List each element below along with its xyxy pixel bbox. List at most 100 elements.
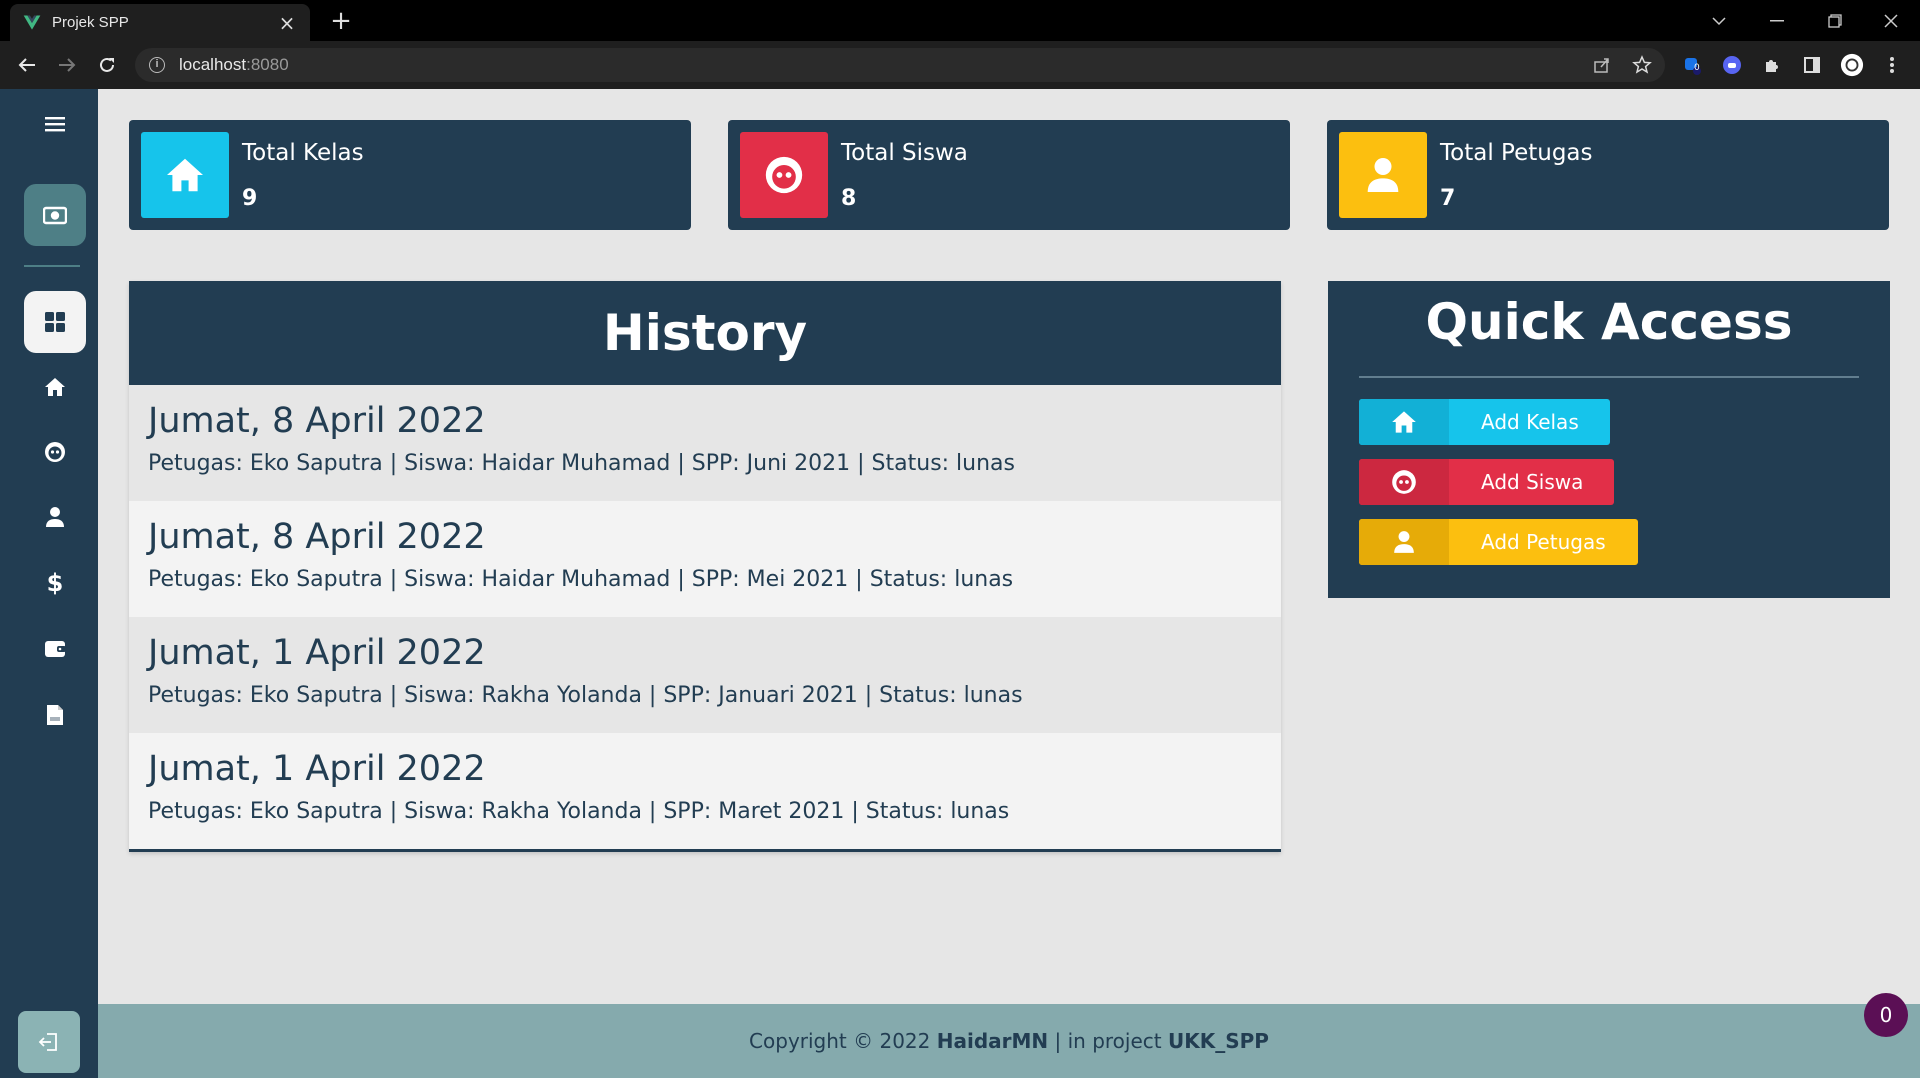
- sidebar-item-petugas[interactable]: [34, 496, 76, 538]
- sidebar-divider: [24, 265, 80, 267]
- sidebar-item-kelas[interactable]: [34, 366, 76, 408]
- footer-project: UKK_SPP: [1167, 1029, 1269, 1053]
- user-icon: [1394, 531, 1414, 553]
- face-icon: [1392, 470, 1416, 494]
- add-petugas-label: Add Petugas: [1481, 530, 1606, 554]
- new-tab-button[interactable]: +: [326, 6, 356, 36]
- quick-icon-box: [1359, 399, 1449, 445]
- stat-value: 7: [1440, 186, 1456, 211]
- history-list: Jumat, 8 April 2022 Petugas: Eko Saputra…: [129, 385, 1281, 849]
- bookmark-star-icon[interactable]: [1630, 53, 1654, 77]
- card-icon-box: [141, 132, 229, 218]
- history-panel: History Jumat, 8 April 2022 Petugas: Eko…: [129, 281, 1281, 852]
- quick-icon-box: [1359, 519, 1449, 565]
- address-bar[interactable]: i localhost:8080: [135, 48, 1665, 82]
- stat-value: 8: [841, 186, 857, 211]
- dashboard-icon: [45, 312, 65, 332]
- stat-card-petugas: Total Petugas 7: [1327, 120, 1889, 230]
- add-siswa-button[interactable]: Add Siswa: [1359, 459, 1614, 505]
- stat-label: Total Siswa: [841, 140, 968, 166]
- site-info-icon[interactable]: i: [149, 57, 165, 73]
- history-header: History: [129, 281, 1281, 385]
- notification-badge[interactable]: 0: [1864, 993, 1908, 1037]
- add-petugas-button[interactable]: Add Petugas: [1359, 519, 1638, 565]
- browser-tab-bar: Projek SPP × +: [0, 0, 1920, 41]
- pdf-icon: [47, 705, 63, 725]
- history-bottom-border: [129, 849, 1281, 852]
- browser-menu-icon[interactable]: [1880, 53, 1904, 77]
- menu-toggle-icon[interactable]: [34, 103, 76, 145]
- footer-copyright: Copyright © 2022: [749, 1029, 937, 1053]
- history-detail: Petugas: Eko Saputra | Siswa: Haidar Muh…: [148, 567, 1014, 592]
- extension-badge: 0: [1694, 63, 1700, 73]
- browser-toolbar: i localhost:8080 0: [0, 41, 1920, 89]
- add-kelas-button[interactable]: Add Kelas: [1359, 399, 1610, 445]
- sidebar-item-camera[interactable]: [24, 184, 86, 246]
- home-icon: [1392, 411, 1416, 433]
- history-date: Jumat, 1 April 2022: [148, 749, 486, 789]
- stat-card-siswa: Total Siswa 8: [728, 120, 1290, 230]
- history-item: Jumat, 1 April 2022 Petugas: Eko Saputra…: [129, 617, 1281, 733]
- camera-icon: [43, 206, 67, 225]
- tab-search-icon[interactable]: [1690, 0, 1748, 41]
- quick-access-title: Quick Access: [1425, 293, 1793, 351]
- history-date: Jumat, 1 April 2022: [148, 633, 486, 673]
- back-button[interactable]: [13, 51, 41, 79]
- sidebar-item-dashboard[interactable]: [24, 291, 86, 353]
- side-panel-icon[interactable]: [1800, 53, 1824, 77]
- sidebar-item-siswa[interactable]: [34, 431, 76, 473]
- profile-avatar-icon[interactable]: [1840, 53, 1864, 77]
- history-item: Jumat, 8 April 2022 Petugas: Eko Saputra…: [129, 501, 1281, 617]
- forward-button[interactable]: [53, 51, 81, 79]
- home-icon: [167, 158, 203, 192]
- card-icon-box: [1339, 132, 1427, 218]
- tab-title: Projek SPP: [52, 14, 129, 31]
- history-detail: Petugas: Eko Saputra | Siswa: Rakha Yola…: [148, 683, 1023, 708]
- wallet-icon: [45, 641, 66, 657]
- restore-button[interactable]: [1806, 0, 1864, 41]
- history-detail: Petugas: Eko Saputra | Siswa: Haidar Muh…: [148, 451, 1016, 476]
- user-icon: [46, 507, 64, 527]
- history-detail: Petugas: Eko Saputra | Siswa: Rakha Yola…: [148, 799, 1010, 824]
- history-date: Jumat, 8 April 2022: [148, 401, 486, 441]
- history-title: History: [602, 304, 808, 362]
- user-icon: [1367, 158, 1399, 192]
- stat-card-kelas: Total Kelas 9: [129, 120, 691, 230]
- quick-icon-box: [1359, 459, 1449, 505]
- stat-value: 9: [242, 186, 258, 211]
- url-host: localhost: [179, 55, 247, 74]
- face-icon: [765, 156, 803, 194]
- puzzle-extensions-icon[interactable]: [1760, 53, 1784, 77]
- footer-author: HaidarMN: [936, 1029, 1049, 1053]
- footer-middle: | in project: [1048, 1029, 1168, 1053]
- discord-extension-icon[interactable]: [1720, 53, 1744, 77]
- sidebar-item-spp[interactable]: [34, 628, 76, 670]
- close-window-button[interactable]: [1862, 0, 1920, 41]
- browser-tab[interactable]: Projek SPP ×: [10, 4, 310, 41]
- minimize-button[interactable]: [1748, 0, 1806, 41]
- history-item: Jumat, 8 April 2022 Petugas: Eko Saputra…: [129, 385, 1281, 501]
- sidebar: $: [0, 89, 98, 1078]
- face-icon: [45, 442, 65, 462]
- share-icon[interactable]: [1590, 53, 1614, 77]
- sidebar-item-laporan[interactable]: [34, 694, 76, 736]
- stat-label: Total Petugas: [1440, 140, 1593, 166]
- home-icon: [45, 378, 65, 396]
- logout-button[interactable]: [18, 1011, 80, 1073]
- extension-icon[interactable]: 0: [1680, 53, 1704, 77]
- vue-logo-icon: [23, 15, 41, 30]
- sidebar-item-pembayaran[interactable]: $: [34, 562, 76, 604]
- logout-icon: [38, 1033, 57, 1051]
- tab-close-icon[interactable]: ×: [276, 11, 298, 35]
- history-item: Jumat, 1 April 2022 Petugas: Eko Saputra…: [129, 733, 1281, 849]
- quick-access-divider: [1359, 376, 1859, 378]
- footer: Copyright © 2022 HaidarMN | in project U…: [98, 1004, 1920, 1078]
- history-date: Jumat, 8 April 2022: [148, 517, 486, 557]
- add-siswa-label: Add Siswa: [1481, 470, 1584, 494]
- card-icon-box: [740, 132, 828, 218]
- reload-button[interactable]: [93, 51, 121, 79]
- url-port: :8080: [246, 55, 289, 74]
- quick-access-panel: Quick Access Add Kelas Add Siswa Add Pet…: [1328, 281, 1890, 598]
- add-kelas-label: Add Kelas: [1481, 410, 1579, 434]
- stat-label: Total Kelas: [242, 140, 364, 166]
